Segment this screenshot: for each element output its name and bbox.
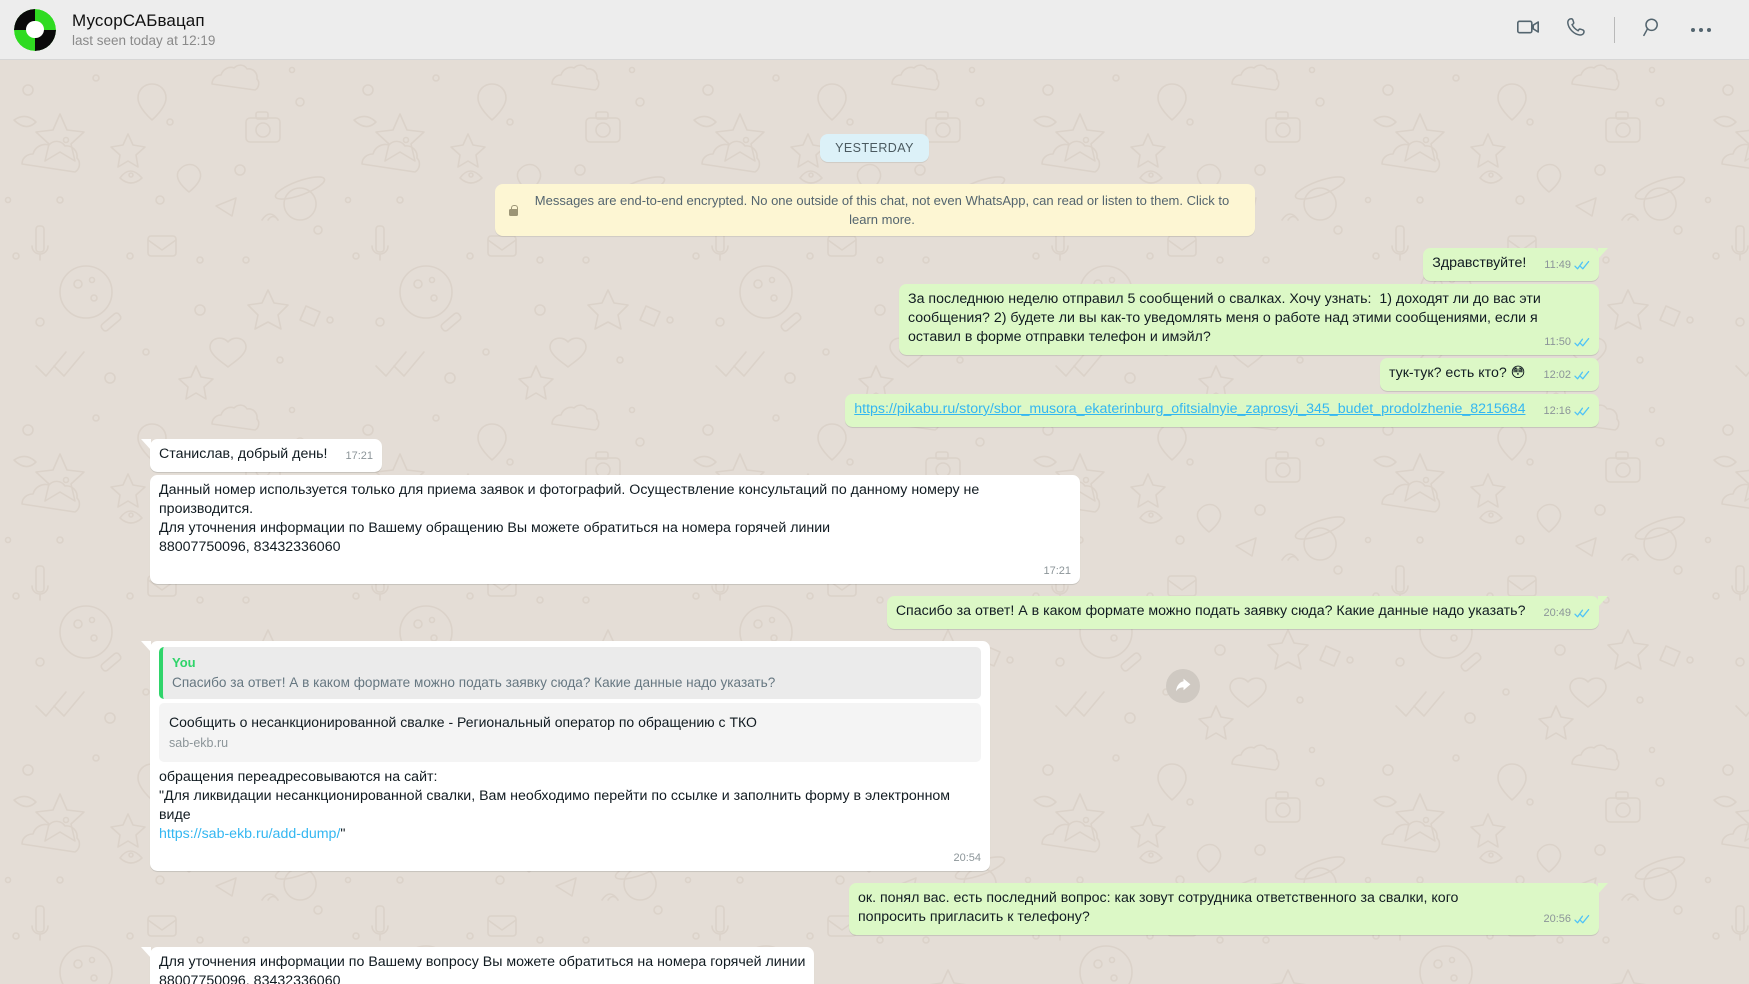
message-list[interactable]: YESTERDAY Messages are end-to-end encryp…	[0, 60, 1749, 984]
quote-author: You	[172, 655, 196, 670]
message-text: За последнюю неделю отправил 5 сообщений…	[908, 291, 1545, 345]
video-call-button[interactable]	[1504, 6, 1552, 54]
message-row: ок. понял вас. есть последний вопрос: ка…	[150, 883, 1608, 935]
outgoing-message-bubble[interactable]: ок. понял вас. есть последний вопрос: ка…	[849, 883, 1608, 935]
message-line: Для уточнения информации по Вашему вопро…	[159, 954, 806, 970]
message-meta: 20:49	[1543, 606, 1590, 622]
incoming-message-bubble[interactable]: Данный номер используется только для при…	[150, 475, 1080, 584]
more-options-button[interactable]	[1677, 6, 1725, 54]
more-options-icon	[1691, 27, 1711, 32]
incoming-message-bubble[interactable]: You Спасибо за ответ! А в каком формате …	[141, 641, 990, 871]
avatar-center	[26, 20, 44, 39]
encryption-notice[interactable]: Messages are end-to-end encrypted. No on…	[494, 184, 1255, 236]
message-meta: 12:16	[1543, 404, 1590, 420]
message-text: Спасибо за ответ! А в каком формате можн…	[895, 603, 1526, 619]
message-meta: 17:21	[1043, 564, 1071, 579]
outgoing-message-bubble[interactable]: https://pikabu.ru/story/sbor_musora_ekat…	[845, 394, 1599, 427]
message-row: Здравствуйте! 11:49	[150, 248, 1608, 281]
message-meta: 17:21	[346, 449, 374, 465]
message-line: 88007750096, 83432336060	[159, 973, 341, 984]
read-receipt-icon	[1574, 914, 1590, 925]
message-time: 11:49	[1544, 259, 1571, 271]
message-row: Для уточнения информации по Вашему вопро…	[140, 947, 1599, 984]
incoming-message-bubble[interactable]: Для уточнения информации по Вашему вопро…	[140, 947, 815, 984]
read-receipt-icon	[1574, 370, 1590, 381]
date-divider-row: YESTERDAY	[150, 60, 1599, 162]
message-link[interactable]: https://pikabu.ru/story/sbor_musora_ekat…	[854, 401, 1525, 417]
message-text: обращения переадресовываются на сайт: "Дл…	[159, 768, 981, 844]
read-receipt-icon	[1574, 260, 1590, 271]
header-actions	[1504, 6, 1725, 54]
message-row: You Спасибо за ответ! А в каком формате …	[141, 641, 1599, 871]
message-time: 11:50	[1544, 336, 1571, 348]
voice-call-button[interactable]	[1552, 6, 1600, 54]
forward-arrow-icon	[1174, 677, 1192, 695]
message-meta: 12:02	[1543, 368, 1590, 384]
message-time: 17:21	[1043, 565, 1071, 577]
message-text: тук-тук? есть кто? 😳	[1388, 365, 1526, 381]
link-preview-title: Сообщить о несанкционированной свалке - …	[169, 714, 757, 730]
read-receipt-icon	[1574, 406, 1590, 417]
message-text: https://pikabu.ru/story/sbor_musora_ekat…	[854, 400, 1533, 419]
outgoing-message-bubble[interactable]: За последнюю неделю отправил 5 сообщений…	[899, 284, 1599, 355]
message-line: Данный номер используется только для при…	[159, 482, 984, 517]
contact-avatar[interactable]	[14, 8, 56, 51]
message-meta: 20:54	[953, 851, 981, 866]
message-line: "Для ликвидации несанкционированной свал…	[159, 788, 955, 823]
contact-name: МусорСАБвацап	[72, 10, 205, 30]
message-line: https://sab-ekb.ru/add-dump/"	[159, 826, 346, 842]
outgoing-message-bubble[interactable]: Спасибо за ответ! А в каком формате можн…	[886, 596, 1609, 629]
chat-header: МусорСАБвацап last seen today at 12:19	[0, 0, 1749, 60]
outgoing-message-bubble[interactable]: тук-тук? есть кто? 😳 12:02	[1379, 358, 1599, 391]
link-preview-domain: sab-ekb.ru	[169, 736, 229, 750]
message-time: 20:49	[1543, 607, 1571, 619]
message-time: 20:56	[1543, 913, 1571, 925]
forward-message-button[interactable]	[1166, 669, 1200, 703]
message-text: Станислав, добрый день!	[159, 446, 328, 462]
message-row: Данный номер используется только для при…	[150, 475, 1599, 584]
message-meta: 20:56	[1543, 912, 1590, 928]
read-receipt-icon	[1574, 608, 1590, 619]
quoted-message[interactable]: You Спасибо за ответ! А в каком формате …	[159, 647, 981, 699]
message-link[interactable]: https://sab-ekb.ru/add-dump/	[159, 826, 340, 842]
message-meta: 11:49	[1544, 258, 1590, 274]
read-receipt-icon	[1574, 337, 1590, 348]
message-time: 12:16	[1543, 405, 1571, 417]
chat-body: YESTERDAY Messages are end-to-end encryp…	[0, 60, 1749, 984]
message-text: Для уточнения информации по Вашему вопро…	[159, 953, 805, 984]
outgoing-message-bubble[interactable]: Здравствуйте! 11:49	[1423, 248, 1608, 281]
lock-icon	[508, 204, 518, 216]
search-icon	[1643, 17, 1663, 42]
voice-call-icon	[1566, 17, 1586, 42]
quote-text: Спасибо за ответ! А в каком формате можн…	[172, 675, 776, 690]
search-button[interactable]	[1629, 6, 1677, 54]
link-preview-card[interactable]: Сообщить о несанкционированной свалке - …	[159, 703, 981, 762]
messages-container: Здравствуйте! 11:49 За последнюю неделю …	[140, 248, 1609, 984]
message-line: 88007750096, 83432336060	[159, 539, 341, 555]
date-divider: YESTERDAY	[820, 134, 929, 162]
message-row: тук-тук? есть кто? 😳 12:02	[150, 358, 1599, 391]
message-row: Станислав, добрый день! 17:21	[140, 439, 1599, 472]
contact-info[interactable]: МусорСАБвацап last seen today at 12:19	[72, 10, 1504, 50]
video-call-icon	[1516, 19, 1540, 40]
header-divider	[1614, 16, 1615, 43]
contact-status: last seen today at 12:19	[72, 32, 216, 48]
message-time: 17:21	[345, 450, 374, 462]
message-text: Здравствуйте!	[1432, 255, 1527, 271]
message-row: За последнюю неделю отправил 5 сообщений…	[150, 284, 1599, 355]
encryption-notice-text: Messages are end-to-end encrypted. No on…	[534, 193, 1230, 227]
message-text: Данный номер используется только для при…	[159, 481, 1071, 557]
message-row: https://pikabu.ru/story/sbor_musora_ekat…	[150, 394, 1599, 427]
message-row: Спасибо за ответ! А в каком формате можн…	[150, 596, 1609, 629]
message-text: ок. понял вас. есть последний вопрос: ка…	[858, 890, 1463, 925]
incoming-message-bubble[interactable]: Станислав, добрый день! 17:21	[140, 439, 383, 472]
message-line: Для уточнения информации по Вашему обращ…	[159, 520, 831, 536]
message-meta: 11:50	[1544, 335, 1590, 350]
message-time: 20:54	[953, 852, 981, 864]
whatsapp-chat-window: МусорСАБвацап last seen today at 12:19 Y…	[0, 0, 1749, 984]
message-line: обращения переадресовываются на сайт:	[159, 769, 438, 785]
message-time: 12:02	[1543, 369, 1571, 381]
encryption-notice-row: Messages are end-to-end encrypted. No on…	[150, 184, 1599, 236]
